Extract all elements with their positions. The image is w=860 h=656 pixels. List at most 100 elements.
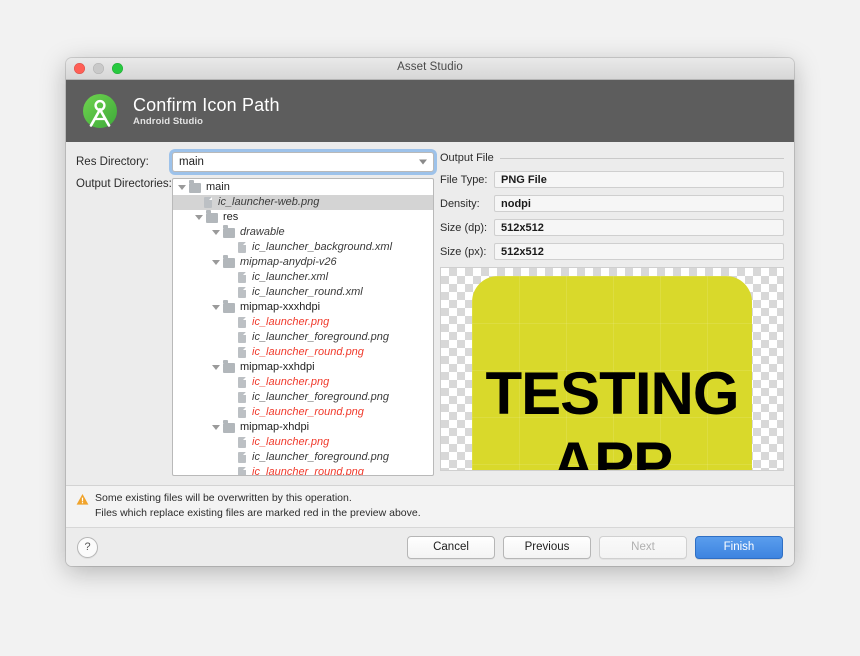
chevron-down-icon xyxy=(211,260,220,265)
tree-node[interactable]: mipmap-anydpi-v26 xyxy=(173,255,433,270)
output-field-label: Density: xyxy=(440,197,480,210)
file-icon xyxy=(238,377,246,388)
tree-node-label: ic_launcher_round.png xyxy=(252,346,364,358)
chevron-down-icon xyxy=(211,230,220,235)
tree-expand-toggle[interactable] xyxy=(176,185,187,190)
tree-node[interactable]: mipmap-xxxhdpi xyxy=(173,300,433,315)
tree-expand-toggle[interactable] xyxy=(210,305,221,310)
output-field-value: nodpi xyxy=(494,195,784,212)
folder-icon xyxy=(223,360,235,373)
tree-node-label: ic_launcher_background.xml xyxy=(252,241,393,253)
res-directory-value: main xyxy=(179,156,204,168)
header-titles: Confirm Icon Path Android Studio xyxy=(133,96,280,127)
finish-button[interactable]: Finish xyxy=(695,535,783,559)
tree-node[interactable]: ic_launcher.png xyxy=(173,375,433,390)
file-icon xyxy=(238,287,246,298)
output-directories-row: Output Directories: main ic_launcher-web.… xyxy=(76,178,434,476)
output-field-row: Size (px): 512x512 xyxy=(440,243,784,260)
icon-text-line2: APP xyxy=(551,430,673,471)
folder-icon xyxy=(206,210,218,223)
res-directory-select[interactable]: main xyxy=(172,152,434,172)
icon-text-line1: TESTING xyxy=(485,360,739,427)
tree-expand-toggle[interactable] xyxy=(210,260,221,265)
page-title: Confirm Icon Path xyxy=(133,94,280,115)
file-icon xyxy=(238,467,246,475)
chevron-down-icon xyxy=(419,159,427,165)
tree-node[interactable]: ic_launcher_round.png xyxy=(173,405,433,420)
folder-icon xyxy=(223,420,235,433)
chevron-down-icon xyxy=(211,425,220,430)
tree-node[interactable]: ic_launcher_foreground.png xyxy=(173,330,433,345)
tree-node-label: ic_launcher.png xyxy=(252,316,330,328)
tree-node-label: ic_launcher_foreground.png xyxy=(252,451,389,463)
next-button: Next xyxy=(599,535,687,559)
tree-node[interactable]: mipmap-xxhdpi xyxy=(173,360,433,375)
file-icon xyxy=(238,272,246,283)
file-icon xyxy=(238,242,246,253)
footer-buttons: Cancel Previous Next Finish xyxy=(407,535,783,559)
warning-triangle-icon xyxy=(76,493,89,506)
output-field-label: File Type: xyxy=(440,173,488,186)
group-divider xyxy=(499,157,784,159)
warning-strip: Some existing files will be overwritten … xyxy=(66,484,794,527)
right-column: Output File File Type: PNG File Density: no… xyxy=(434,152,784,485)
tree-expand-toggle[interactable] xyxy=(210,365,221,370)
tree-node[interactable]: drawable xyxy=(173,225,433,240)
previous-button[interactable]: Previous xyxy=(503,535,591,559)
file-icon xyxy=(238,452,246,463)
tree-node[interactable]: ic_launcher.xml xyxy=(173,270,433,285)
output-field-value: PNG File xyxy=(494,171,784,188)
chevron-down-icon xyxy=(177,185,186,190)
android-studio-logo-icon xyxy=(78,89,122,133)
output-directories-tree[interactable]: main ic_launcher-web.png res drawable ic_lau… xyxy=(172,178,434,476)
tree-node[interactable]: ic_launcher.png xyxy=(173,435,433,450)
cancel-button[interactable]: Cancel xyxy=(407,535,495,559)
file-icon xyxy=(238,437,246,448)
output-file-group-label: Output File xyxy=(440,152,494,164)
folder-icon xyxy=(223,255,235,268)
tree-node[interactable]: ic_launcher_round.png xyxy=(173,465,433,476)
warning-line-1: Some existing files will be overwritten … xyxy=(95,491,352,504)
tree-node-label: ic_launcher_foreground.png xyxy=(252,331,389,343)
tree-node-label: mipmap-anydpi-v26 xyxy=(240,256,337,268)
tree-node[interactable]: ic_launcher_round.xml xyxy=(173,285,433,300)
file-icon xyxy=(238,392,246,403)
tree-node[interactable]: ic_launcher_background.xml xyxy=(173,240,433,255)
tree-node-label: mipmap-xxxhdpi xyxy=(240,301,321,313)
dialog-header: Confirm Icon Path Android Studio xyxy=(66,80,794,142)
warning-line-2: Files which replace existing files are m… xyxy=(95,506,421,519)
tree-node-label: ic_launcher_foreground.png xyxy=(252,391,389,403)
tree-node[interactable]: ic_launcher.png xyxy=(173,315,433,330)
tree-expand-toggle[interactable] xyxy=(210,425,221,430)
tree-node-label: main xyxy=(206,181,230,193)
help-button[interactable]: ? xyxy=(77,536,98,558)
output-field-value: 512x512 xyxy=(494,243,784,260)
tree-expand-toggle[interactable] xyxy=(210,230,221,235)
tree-expand-toggle[interactable] xyxy=(193,215,204,220)
tree-node-label: ic_launcher_round.xml xyxy=(252,286,363,298)
tree-node-label: ic_launcher_round.png xyxy=(252,466,364,476)
warning-text: Some existing files will be overwritten … xyxy=(95,492,421,520)
tree-node[interactable]: ic_launcher_foreground.png xyxy=(173,390,433,405)
tree-node[interactable]: ic_launcher_foreground.png xyxy=(173,450,433,465)
tree-node[interactable]: ic_launcher-web.png xyxy=(173,195,433,210)
output-field-value: 512x512 xyxy=(494,219,784,236)
tree-node-label: res xyxy=(223,211,239,223)
tree-node[interactable]: ic_launcher_round.png xyxy=(173,345,433,360)
tree-node[interactable]: res xyxy=(173,210,433,225)
tree-node[interactable]: main xyxy=(173,180,433,195)
folder-icon xyxy=(223,225,235,238)
res-directory-label: Res Directory: xyxy=(76,156,149,168)
output-directories-label: Output Directories: xyxy=(76,178,172,190)
output-file-group-title: Output File xyxy=(440,152,784,164)
file-icon xyxy=(238,347,246,358)
output-field-label: Size (px): xyxy=(440,245,487,258)
dialog-footer: ? Cancel Previous Next Finish xyxy=(66,527,794,566)
tree-node[interactable]: mipmap-xhdpi xyxy=(173,420,433,435)
tree-node-label: mipmap-xhdpi xyxy=(240,421,310,433)
file-icon xyxy=(238,407,246,418)
output-field-row: File Type: PNG File xyxy=(440,171,784,188)
tree-node-label: ic_launcher.xml xyxy=(252,271,329,283)
tree-node-label: ic_launcher.png xyxy=(252,436,330,448)
icon-preview: TESTING APP xyxy=(440,267,784,471)
